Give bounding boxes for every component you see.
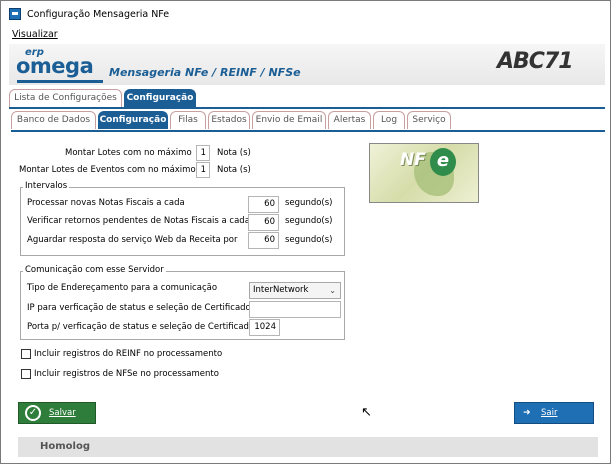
lotes-label: Montar Lotes com no máximo (65, 148, 192, 158)
nfe-logo-e: e (430, 148, 456, 176)
porta-input[interactable]: 1024 (249, 319, 280, 336)
outer-tab-divider (9, 107, 605, 109)
intervalo-verificar-unit: segundo(s) (285, 216, 333, 226)
nfe-logo-image: NF e (369, 143, 479, 203)
intervalo-aguardar-unit: segundo(s) (285, 235, 333, 245)
tab-configuracao-inner[interactable]: Configuração (98, 111, 168, 129)
menu-bar: Visualizar (1, 27, 610, 43)
intervalo-processar-label: Processar novas Notas Fiscais a cada (27, 198, 185, 208)
tab-alertas[interactable]: Alertas (328, 111, 371, 129)
nfse-checkbox[interactable] (21, 369, 31, 379)
tab-lista-configuracoes[interactable]: Lista de Configurações (9, 89, 122, 107)
logo-omega-text: omega (16, 54, 94, 78)
tab-envio-de-email[interactable]: Envio de Email (252, 111, 326, 129)
porta-label: Porta p/ verficação de status e seleção … (27, 322, 255, 332)
lotes-eventos-label: Montar Lotes de Eventos com no máximo (19, 165, 196, 175)
exit-arrow-icon: ➜ (523, 408, 531, 418)
ip-label: IP para verficação de status e seleção d… (27, 303, 251, 313)
menu-visualizar[interactable]: Visualizar (12, 29, 58, 40)
intervalos-title: Intervalos (23, 181, 70, 191)
menu-visualizar-label: Visualizar (12, 29, 58, 40)
tab-configuracao-outer[interactable]: Configuração (124, 89, 196, 107)
header-banner: erp omega Mensageria NFe / REINF / NFSe … (9, 44, 605, 85)
environment-status: Homolog (40, 441, 90, 452)
intervalo-aguardar-label: Aguardar resposta do serviço Web da Rece… (27, 235, 238, 245)
reinf-checkbox-label: Incluir registros do REINF no processame… (34, 349, 223, 359)
endereco-select-value: InterNetwork (253, 285, 309, 295)
check-circle-icon: ✓ (25, 405, 41, 421)
exit-button[interactable]: ➜ Sair (514, 402, 594, 424)
intervalo-verificar-input[interactable]: 60 (248, 214, 279, 231)
tab-log[interactable]: Log (373, 111, 405, 129)
lotes-unit: Nota (s) (217, 148, 251, 158)
tab-servico[interactable]: Serviço (407, 111, 451, 129)
ip-input[interactable] (249, 301, 341, 318)
intervalo-processar-unit: segundo(s) (285, 198, 333, 208)
logo-underline (17, 80, 103, 83)
save-button-label: Salvar (49, 408, 76, 418)
tab-filas[interactable]: Filas (170, 111, 206, 129)
config-window: Configuração Mensageria NFe Visualizar e… (0, 0, 611, 464)
endereco-label: Tipo de Endereçamento para a comunicação (27, 283, 218, 293)
app-icon (9, 8, 21, 20)
endereco-select[interactable]: InterNetwork ⌄ (249, 282, 341, 299)
inner-tab-divider (11, 130, 605, 132)
tab-estados[interactable]: Estados (208, 111, 250, 129)
comunicacao-title: Comunicação com esse Servidor (23, 265, 166, 275)
title-bar: Configuração Mensageria NFe (1, 1, 610, 27)
intervalo-verificar-label: Verificar retornos pendentes de Notas Fi… (27, 216, 250, 226)
lotes-input[interactable]: 1 (196, 145, 210, 161)
brand-logo: ABC71 (497, 49, 574, 74)
chevron-down-icon: ⌄ (329, 286, 336, 295)
intervalo-processar-input[interactable]: 60 (248, 196, 279, 213)
lotes-eventos-input[interactable]: 1 (196, 162, 210, 178)
exit-button-label: Sair (541, 408, 558, 418)
status-bar: Homolog (18, 437, 598, 457)
save-button[interactable]: ✓ Salvar (18, 402, 96, 424)
lotes-eventos-unit: Nota (s) (217, 165, 251, 175)
intervalo-aguardar-input[interactable]: 60 (248, 232, 279, 249)
nfe-logo-text: NF (400, 150, 426, 170)
nfse-checkbox-label: Incluir registros de NFSe no processamen… (34, 369, 219, 379)
header-caption: Mensageria NFe / REINF / NFSe (109, 66, 301, 79)
window-title: Configuração Mensageria NFe (27, 9, 170, 20)
mouse-cursor-icon: ↖ (361, 405, 372, 420)
tab-banco-de-dados[interactable]: Banco de Dados (11, 111, 96, 129)
reinf-checkbox[interactable] (21, 349, 31, 359)
